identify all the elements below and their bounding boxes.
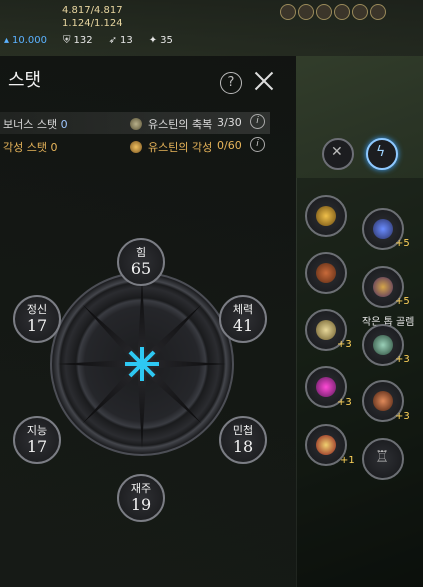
stat-node-intelligence[interactable]: 지능 17 (13, 416, 61, 464)
speed-stat: ➶ 13 (109, 35, 133, 46)
crossed-swords-icon: ✕ (331, 144, 343, 160)
enhance-level: +5 (395, 296, 410, 307)
stat-value: 65 (130, 259, 152, 278)
stat-wheel (50, 272, 234, 456)
stat-node-dexterity[interactable]: 재주 19 (117, 474, 165, 522)
awakening-icon (130, 141, 142, 153)
equip-slot-bracelet[interactable] (305, 252, 347, 294)
blessing-label: 유스틴의 축복 (148, 118, 213, 131)
stat-name: 재주 (130, 482, 152, 495)
goblet-icon: ♖ (375, 447, 390, 466)
blessing-icon (130, 118, 142, 130)
bonus-stat-label: 보너스 스탯 0 (3, 116, 68, 132)
buff-icon[interactable] (316, 4, 332, 20)
defense-stat: ⛨ 132 (63, 35, 93, 46)
bonus-label-text: 보너스 스탯 (3, 118, 58, 131)
emblem-icon (373, 335, 393, 355)
awaken-value: 0 (50, 141, 58, 154)
stat-name: 지능 (26, 424, 48, 437)
boots-icon: ▴ (4, 35, 10, 46)
amulet-icon (316, 206, 336, 226)
buff-icon[interactable] (280, 4, 296, 20)
info-icon[interactable]: i (250, 114, 265, 129)
info-icon[interactable]: i (250, 137, 265, 152)
enhance-level: +3 (337, 339, 352, 350)
stat-value: 17 (26, 316, 48, 335)
hp-mp-readout: 4.817/4.817 1.124/1.124 (62, 4, 123, 30)
chain-icon (316, 320, 336, 340)
stat-name: 체력 (232, 303, 254, 316)
awaken-stat-row: 각성 스탯 0 유스틴의 각성 0/60 i (0, 135, 270, 157)
shield-icon: ⛨ (63, 35, 71, 46)
top-hud: 4.817/4.817 1.124/1.124 ▴ 10.000 ⛨ 132 ➶ 13… (0, 0, 423, 56)
buff-icon[interactable] (352, 4, 368, 20)
awakening-group: 유스틴의 각성 (130, 139, 212, 155)
seal-icon (316, 435, 336, 455)
enhance-level: +5 (395, 238, 410, 249)
stat-value: 41 (232, 316, 254, 335)
equip-slot-goblet[interactable]: ♖ (362, 438, 404, 480)
stat-panel: 스탯 ? 보너스 스탯 0 유스틴의 축복 3/30 i 각성 스탯 0 유스틴… (0, 56, 296, 587)
speed-value: 13 (120, 35, 133, 46)
stat-value: 19 (130, 495, 152, 514)
stat-name: 민첩 (232, 424, 254, 437)
hp-text: 4.817/4.817 (62, 5, 123, 16)
stat-value: 18 (232, 437, 254, 456)
stat-node-agility[interactable]: 민첩 18 (219, 416, 267, 464)
ring-icon (316, 377, 336, 397)
resource-row: ▴ 10.000 ⛨ 132 ➶ 13 ✦ 35 (4, 35, 173, 46)
stat-node-vitality[interactable]: 체력 41 (219, 295, 267, 343)
belt-icon (373, 277, 393, 297)
buff-icon[interactable] (298, 4, 314, 20)
skill-tab-button[interactable]: ϟ (366, 138, 398, 170)
stat-value: 17 (26, 437, 48, 456)
ring-icon (373, 391, 393, 411)
enhance-level: +1 (340, 455, 355, 466)
combat-tab-button[interactable]: ✕ (322, 138, 354, 170)
gold-stat: ▴ 10.000 (4, 35, 47, 46)
person-icon: ✦ (148, 35, 158, 46)
bonus-value: 0 (60, 118, 68, 131)
awaken-label-text: 각성 스탯 (3, 141, 47, 154)
close-icon[interactable] (252, 69, 276, 93)
lightning-icon: ϟ (376, 144, 386, 160)
arrow-icon: ➶ (108, 35, 118, 46)
blessing-value: 3/30 (217, 116, 242, 129)
buff-icon[interactable] (334, 4, 350, 20)
bracelet-icon (316, 263, 336, 283)
enhance-level: +3 (395, 354, 410, 365)
help-icon[interactable]: ? (220, 72, 242, 94)
stat-node-strength[interactable]: 힘 65 (117, 238, 165, 286)
bonus-stat-row: 보너스 스탯 0 유스틴의 축복 3/30 i (0, 112, 270, 134)
enhance-level: +3 (395, 411, 410, 422)
awakening-label: 유스틴의 각성 (148, 141, 213, 154)
enhance-level: +3 (337, 397, 352, 408)
blessing-group: 유스틴의 축복 (130, 116, 212, 132)
gold-value: 10.000 (12, 35, 48, 46)
awakening-value: 0/60 (217, 139, 242, 152)
stat-name: 힘 (135, 246, 147, 259)
awaken-stat-label: 각성 스탯 0 (3, 139, 57, 155)
equip-slot-amulet[interactable] (305, 195, 347, 237)
level-value: 35 (160, 35, 173, 46)
necklace-icon (373, 219, 393, 239)
stat-name: 정신 (26, 303, 48, 316)
stat-node-spirit[interactable]: 정신 17 (13, 295, 61, 343)
level-stat: ✦ 35 (149, 35, 173, 46)
wheel-core-icon (125, 347, 159, 381)
panel-title: 스탯 (8, 70, 42, 91)
defense-value: 132 (73, 35, 93, 46)
buff-icon[interactable] (370, 4, 386, 20)
buff-bar (280, 4, 386, 20)
mp-text: 1.124/1.124 (62, 18, 123, 29)
